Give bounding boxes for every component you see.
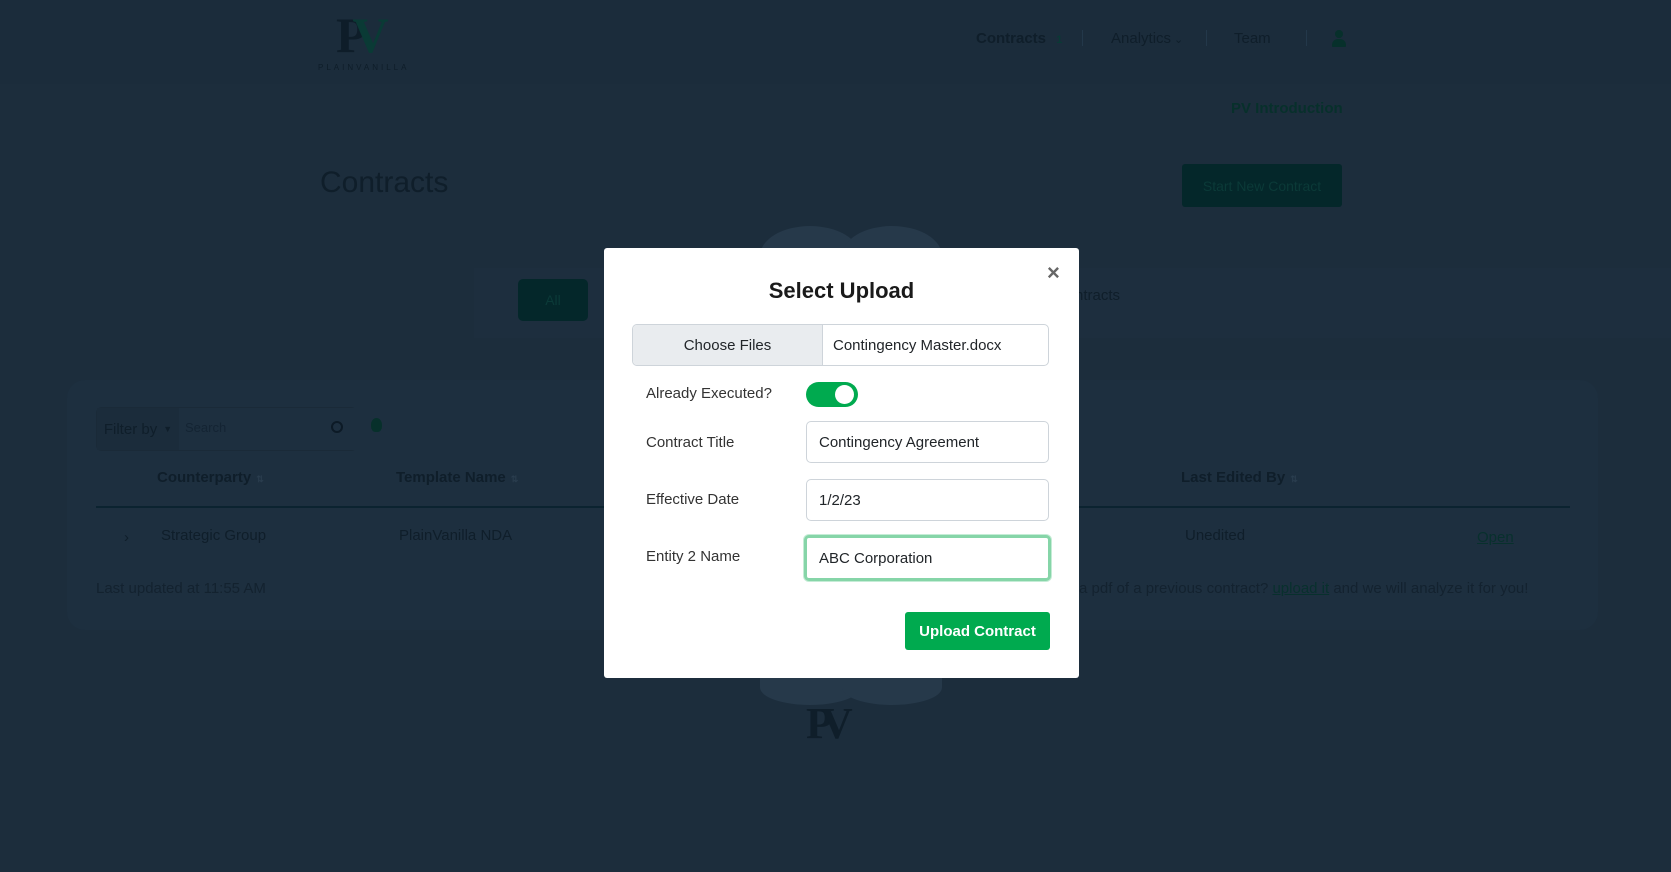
caret-down-icon: ▼ bbox=[163, 424, 173, 434]
choose-files-button[interactable]: Choose Files bbox=[633, 325, 823, 365]
watermark-logo: PV bbox=[806, 699, 853, 748]
search-icon[interactable] bbox=[331, 421, 343, 433]
already-executed-toggle[interactable] bbox=[806, 382, 858, 407]
sort-icon: ⇅ bbox=[1290, 474, 1298, 484]
search-input[interactable]: Search bbox=[179, 408, 357, 450]
nav-divider bbox=[1206, 30, 1207, 46]
column-header-last-edited-by[interactable]: Last Edited By ⇅ bbox=[1181, 469, 1298, 486]
chevron-down-icon: ⌄ bbox=[1174, 34, 1184, 46]
entity-2-name-label: Entity 2 Name bbox=[646, 548, 741, 565]
file-input[interactable]: Choose Files Contingency Master.docx bbox=[632, 324, 1049, 366]
last-updated-text: Last updated at 11:55 AM bbox=[96, 580, 266, 597]
user-icon[interactable] bbox=[1331, 30, 1347, 48]
entity-2-name-input[interactable]: ABC Corporation bbox=[804, 535, 1051, 581]
expand-row-chevron-icon[interactable]: › bbox=[124, 529, 129, 546]
top-navbar: PV PLAINVANILLA Contracts 1 Analytics ⌄ T… bbox=[0, 0, 1671, 84]
upload-prompt: a pdf of a previous contract? upload it … bbox=[1079, 580, 1529, 597]
pv-introduction-link[interactable]: PV Introduction bbox=[1231, 100, 1343, 117]
page-title: Contracts bbox=[320, 166, 449, 199]
nav-analytics[interactable]: Analytics ⌄ bbox=[1111, 30, 1183, 47]
effective-date-label: Effective Date bbox=[646, 491, 740, 508]
open-contract-link[interactable]: Open bbox=[1477, 529, 1514, 546]
nav-divider bbox=[1306, 30, 1307, 46]
cell-template: PlainVanilla NDA bbox=[399, 527, 513, 544]
selected-file-name: Contingency Master.docx bbox=[833, 336, 1002, 354]
column-header-counterparty[interactable]: Counterparty ⇅ bbox=[157, 469, 264, 486]
contract-title-label: Contract Title bbox=[646, 434, 735, 451]
lightbulb-icon[interactable] bbox=[371, 418, 382, 432]
sort-icon: ⇅ bbox=[510, 474, 519, 484]
cell-counterparty: Strategic Group bbox=[161, 527, 267, 544]
column-header-template-name[interactable]: Template Name ⇅ bbox=[396, 469, 518, 486]
effective-date-input[interactable]: 1/2/23 bbox=[806, 479, 1049, 521]
filter-by-dropdown[interactable]: Filter by ▼ bbox=[97, 408, 179, 450]
tab-contracts[interactable]: ntracts bbox=[1075, 287, 1120, 304]
sort-icon: ⇅ bbox=[256, 474, 264, 484]
logo-mark[interactable]: PV bbox=[336, 6, 389, 64]
select-upload-modal: Select Upload × Choose Files Contingency… bbox=[604, 248, 1079, 678]
upload-it-link[interactable]: upload it bbox=[1272, 580, 1329, 597]
contract-title-input[interactable]: Contingency Agreement bbox=[806, 421, 1049, 463]
tab-all[interactable]: All bbox=[518, 279, 588, 321]
already-executed-label: Already Executed? bbox=[646, 385, 772, 402]
nav-divider bbox=[1082, 30, 1083, 46]
start-new-contract-button[interactable]: Start New Contract bbox=[1182, 164, 1342, 207]
upload-contract-button[interactable]: Upload Contract bbox=[905, 612, 1050, 650]
modal-title: Select Upload bbox=[768, 278, 915, 303]
logo-text: PLAINVANILLA bbox=[318, 63, 410, 72]
nav-contracts[interactable]: Contracts 1 bbox=[976, 30, 1062, 47]
filter-bar: Filter by ▼ Search bbox=[96, 407, 357, 451]
nav-team[interactable]: Team bbox=[1234, 30, 1271, 47]
close-icon[interactable]: × bbox=[1047, 260, 1060, 286]
cell-last-edited-by: Unedited bbox=[1185, 527, 1246, 544]
